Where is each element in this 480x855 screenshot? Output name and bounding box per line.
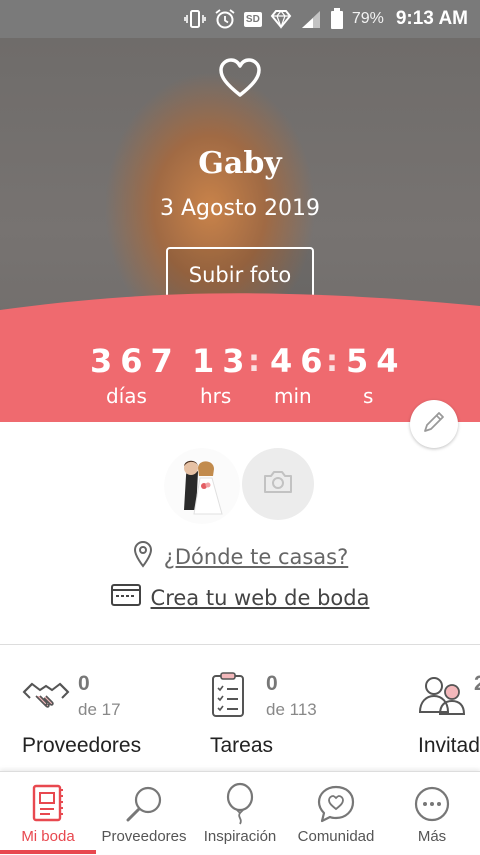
status-bar: SD 79% 9:13 AM bbox=[0, 0, 480, 38]
tasks-total: de 113 bbox=[266, 700, 317, 719]
guests-icon bbox=[418, 672, 466, 716]
sd-card-icon: SD bbox=[243, 11, 262, 27]
checklist-icon bbox=[210, 672, 258, 717]
countdown: 367 13 : 46 : 54 días hrs min s bbox=[0, 338, 480, 418]
nav-label: Más bbox=[417, 828, 447, 845]
nav-label: Inspiración bbox=[203, 828, 277, 845]
couple-name: Gaby bbox=[198, 146, 282, 181]
wedding-website-label: Crea tu web de boda bbox=[150, 585, 370, 610]
vibrate-icon bbox=[184, 9, 206, 29]
active-tab-indicator bbox=[0, 850, 96, 854]
wedding-place-label: ¿Dónde te casas? bbox=[163, 544, 349, 569]
nav-label: Proveedores bbox=[101, 828, 187, 845]
couple-figurine-image bbox=[164, 448, 240, 524]
wedding-book-icon bbox=[26, 782, 70, 826]
guests-title: Invitad bbox=[418, 734, 480, 757]
countdown-hours-label: hrs bbox=[200, 384, 232, 408]
chat-heart-icon bbox=[314, 782, 358, 826]
add-photo-button[interactable] bbox=[242, 448, 314, 520]
alarm-icon bbox=[214, 8, 236, 30]
battery-icon bbox=[330, 8, 344, 30]
cell-signal-icon bbox=[300, 9, 322, 29]
camera-icon bbox=[262, 469, 294, 500]
section-divider bbox=[0, 644, 480, 645]
summary-card-guests[interactable]: 2 Invitad bbox=[418, 668, 480, 768]
nav-item-comunidad[interactable]: Comunidad bbox=[288, 772, 384, 855]
wedding-website-link[interactable]: Crea tu web de boda bbox=[0, 583, 480, 612]
nav-item-mi-boda[interactable]: Mi boda bbox=[0, 772, 96, 855]
countdown-seconds-label: s bbox=[363, 384, 374, 408]
countdown-hours: 13 bbox=[192, 342, 253, 380]
battery-percent: 79% bbox=[351, 10, 384, 27]
countdown-minutes: 46 bbox=[270, 342, 331, 380]
summary-card-vendors[interactable]: 0 de 17 Proveedores bbox=[22, 668, 192, 768]
guests-count: 2 bbox=[474, 672, 480, 695]
countdown-separator: : bbox=[326, 344, 338, 379]
handshake-icon bbox=[22, 672, 70, 716]
countdown-seconds: 54 bbox=[346, 342, 407, 380]
tasks-count: 0 bbox=[266, 672, 278, 695]
nav-label: Mi boda bbox=[21, 828, 75, 845]
countdown-days: 367 bbox=[90, 342, 181, 380]
vendors-total: de 17 bbox=[78, 700, 121, 719]
more-icon bbox=[410, 782, 454, 826]
vendors-count: 0 bbox=[78, 672, 90, 695]
search-icon bbox=[122, 782, 166, 826]
edit-button[interactable] bbox=[410, 400, 458, 448]
countdown-days-label: días bbox=[106, 384, 147, 408]
vendors-title: Proveedores bbox=[22, 734, 142, 757]
bottom-navigation: Mi boda Proveedores Inspiración Comunida… bbox=[0, 771, 480, 854]
couple-avatar[interactable] bbox=[164, 448, 240, 524]
wedding-place-link[interactable]: ¿Dónde te casas? bbox=[0, 540, 480, 573]
tasks-title: Tareas bbox=[210, 734, 274, 757]
nav-item-mas[interactable]: Más bbox=[384, 772, 480, 855]
browser-window-icon bbox=[110, 583, 141, 612]
clock: 9:13 AM bbox=[395, 8, 468, 29]
summary-card-tasks[interactable]: 0 de 113 Tareas bbox=[210, 668, 380, 768]
hero-banner: Gaby 3 Agosto 2019 Subir foto 367 13 : 4… bbox=[0, 38, 480, 422]
signal-diamond-icon bbox=[270, 9, 292, 29]
balloon-icon bbox=[218, 782, 262, 826]
nav-item-proveedores[interactable]: Proveedores bbox=[96, 772, 192, 855]
nav-label: Comunidad bbox=[297, 828, 375, 845]
countdown-separator: : bbox=[248, 344, 260, 379]
nav-item-inspiracion[interactable]: Inspiración bbox=[192, 772, 288, 855]
wedding-date: 3 Agosto 2019 bbox=[160, 196, 320, 221]
countdown-minutes-label: min bbox=[274, 384, 312, 408]
heart-outline-icon bbox=[216, 54, 264, 102]
pencil-icon bbox=[421, 409, 447, 440]
location-pin-icon bbox=[132, 540, 154, 573]
